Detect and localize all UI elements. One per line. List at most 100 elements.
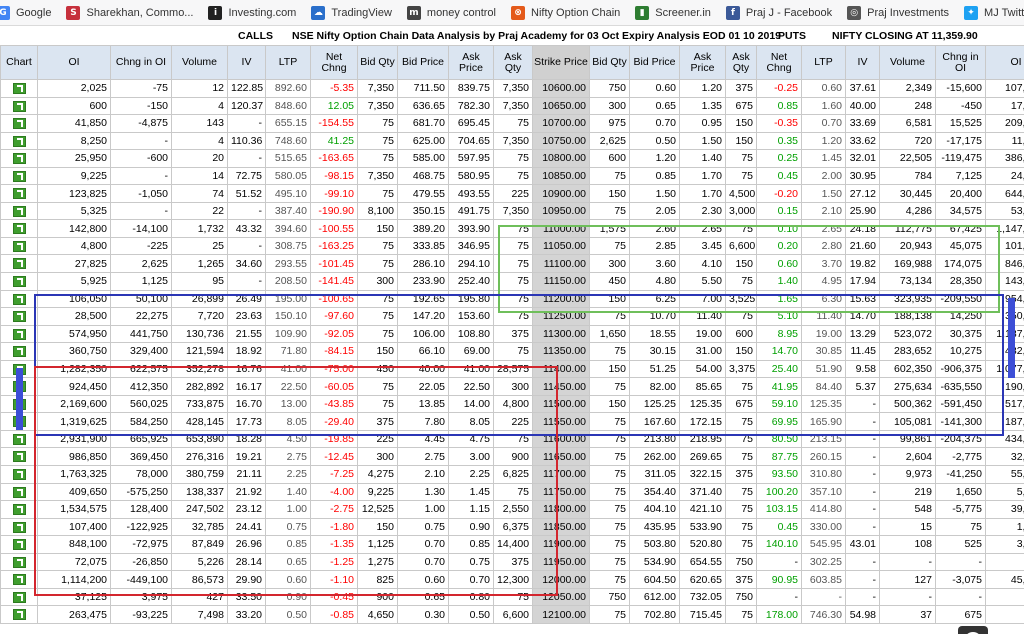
chart-cell[interactable] — [0, 166, 38, 186]
cell-bid-price: 585.00 — [397, 149, 449, 168]
chart-cell[interactable] — [0, 219, 38, 238]
chart-icon[interactable] — [12, 539, 26, 551]
chart-icon[interactable] — [12, 311, 26, 323]
chart-icon[interactable] — [12, 240, 26, 252]
cell-chng-in-oi: 20,400 — [935, 184, 986, 203]
cell-ask-qty: 6,600 — [493, 605, 533, 624]
chart-cell[interactable] — [0, 500, 38, 519]
cell-volume: 12 — [171, 79, 228, 98]
chart-cell[interactable] — [0, 184, 38, 203]
bookmark-praj[interactable]: ◎ Praj Investments — [847, 5, 949, 20]
cell-ask-price: 1.70 — [679, 184, 726, 203]
chart-icon[interactable] — [12, 433, 26, 445]
chart-icon[interactable] — [12, 469, 26, 481]
cell-oi: 1,147,500 — [985, 219, 1024, 238]
chart-cell[interactable] — [0, 570, 38, 589]
chart-icon[interactable] — [12, 100, 26, 112]
cell-net-chng: -1.25 — [310, 552, 358, 572]
chart-icon[interactable] — [12, 293, 26, 305]
cell-bid-price: 636.65 — [397, 96, 449, 116]
bookmark-label: Google — [16, 6, 52, 19]
chart-cell[interactable] — [0, 535, 38, 554]
chart-icon[interactable] — [12, 170, 26, 182]
chart-cell[interactable] — [0, 272, 38, 291]
chart-cell[interactable] — [0, 149, 38, 168]
chart-icon[interactable] — [12, 521, 26, 533]
cell-bid-price: 167.60 — [629, 412, 680, 431]
chart-cell[interactable] — [0, 131, 38, 151]
cell-chng-in-oi: 128,400 — [110, 500, 172, 519]
cell-chng-in-oi: -1,050 — [110, 184, 172, 203]
cell-ltp: 41.00 — [265, 359, 311, 379]
chart-cell[interactable] — [0, 482, 38, 502]
cell-volume: 282,892 — [171, 377, 228, 396]
cell-net-chng: -2.75 — [310, 500, 358, 519]
chart-cell[interactable] — [0, 254, 38, 274]
chart-icon[interactable] — [12, 205, 26, 217]
cell-chng-in-oi: 560,025 — [110, 394, 172, 414]
bookmark-google[interactable]: G Google — [0, 5, 52, 20]
chart-cell[interactable] — [0, 236, 38, 256]
chart-icon[interactable] — [12, 223, 26, 235]
bookmark-moneycontrol[interactable]: m money control — [406, 5, 496, 20]
chart-icon[interactable] — [12, 276, 26, 287]
chart-cell[interactable] — [0, 201, 38, 221]
bookmark-screener[interactable]: ▮ Screener.in — [635, 5, 711, 20]
chart-cell[interactable] — [0, 552, 38, 572]
chart-cell[interactable] — [0, 307, 38, 326]
chart-icon[interactable] — [12, 135, 26, 147]
chart-cell[interactable] — [0, 96, 38, 116]
chart-icon[interactable] — [12, 153, 26, 165]
header-bid-price: Bid Price — [629, 45, 680, 80]
chart-cell[interactable] — [0, 342, 38, 361]
chart-icon[interactable] — [12, 328, 26, 340]
bookmark-nse[interactable]: ⊗ Nifty Option Chain — [511, 5, 620, 20]
chart-icon[interactable] — [12, 188, 26, 200]
chart-cell[interactable] — [0, 429, 38, 449]
bookmark-investing[interactable]: i Investing.com — [208, 5, 296, 20]
table-row: 4,800 -225 25-308.75 -163.25 75 333.85 346.95 7… — [0, 236, 1024, 256]
cell-bid-qty: 75 — [357, 289, 398, 309]
cell-bid-qty: 75 — [357, 307, 398, 326]
cell-strike-price: 11000.00 — [532, 219, 590, 238]
cell-bid-qty: 7,350 — [357, 166, 398, 186]
chart-icon[interactable] — [12, 451, 26, 463]
chart-cell[interactable] — [0, 465, 38, 484]
bookmark-sharekhan[interactable]: S Sharekhan, Commo... — [66, 5, 193, 20]
cell-volume: 4,286 — [879, 201, 936, 221]
chart-icon[interactable] — [12, 609, 26, 621]
chart-cell[interactable] — [0, 517, 38, 537]
chart-cell[interactable] — [0, 605, 38, 624]
chart-icon[interactable] — [12, 486, 26, 498]
cell-ask-price: 491.75 — [448, 201, 494, 221]
cell-bid-qty: 75 — [357, 377, 398, 396]
chart-icon[interactable] — [12, 118, 26, 130]
bookmark-facebook[interactable]: f Praj J - Facebook — [725, 5, 832, 20]
chart-cell[interactable] — [0, 114, 38, 133]
chart-icon[interactable] — [12, 82, 26, 94]
bookmark-twitter[interactable]: ✦ MJ Twitter — [964, 5, 1024, 20]
chart-icon[interactable] — [12, 346, 26, 358]
chart-cell[interactable] — [0, 324, 38, 344]
chart-icon[interactable] — [12, 574, 26, 586]
chart-icon[interactable] — [12, 591, 26, 603]
cell-ask-qty: 14,400 — [493, 535, 533, 554]
chart-icon[interactable] — [12, 258, 26, 270]
chart-cell[interactable] — [0, 447, 38, 467]
bookmark-tradingview[interactable]: ☁ TradingView — [311, 5, 392, 20]
cell-ltp: 208.50 — [265, 272, 311, 291]
chart-icon[interactable] — [12, 504, 26, 516]
cell-ask-qty: 75 — [725, 272, 757, 291]
next-slide-button[interactable]: › — [958, 626, 988, 634]
chart-icon[interactable] — [12, 556, 26, 568]
chart-cell[interactable] — [0, 79, 38, 98]
cell-oi: 2,169,600 — [37, 394, 111, 414]
cell-iv: 28.14 — [227, 552, 266, 572]
cell-bid-price: 1.50 — [629, 184, 680, 203]
cell-chng-in-oi: - — [935, 552, 986, 572]
cell-ask-qty: 900 — [493, 447, 533, 467]
cell-net-chng: 0.25 — [756, 149, 802, 168]
chart-cell[interactable] — [0, 289, 38, 309]
chart-cell[interactable] — [0, 587, 38, 607]
cell-chng-in-oi: 665,925 — [110, 429, 172, 449]
